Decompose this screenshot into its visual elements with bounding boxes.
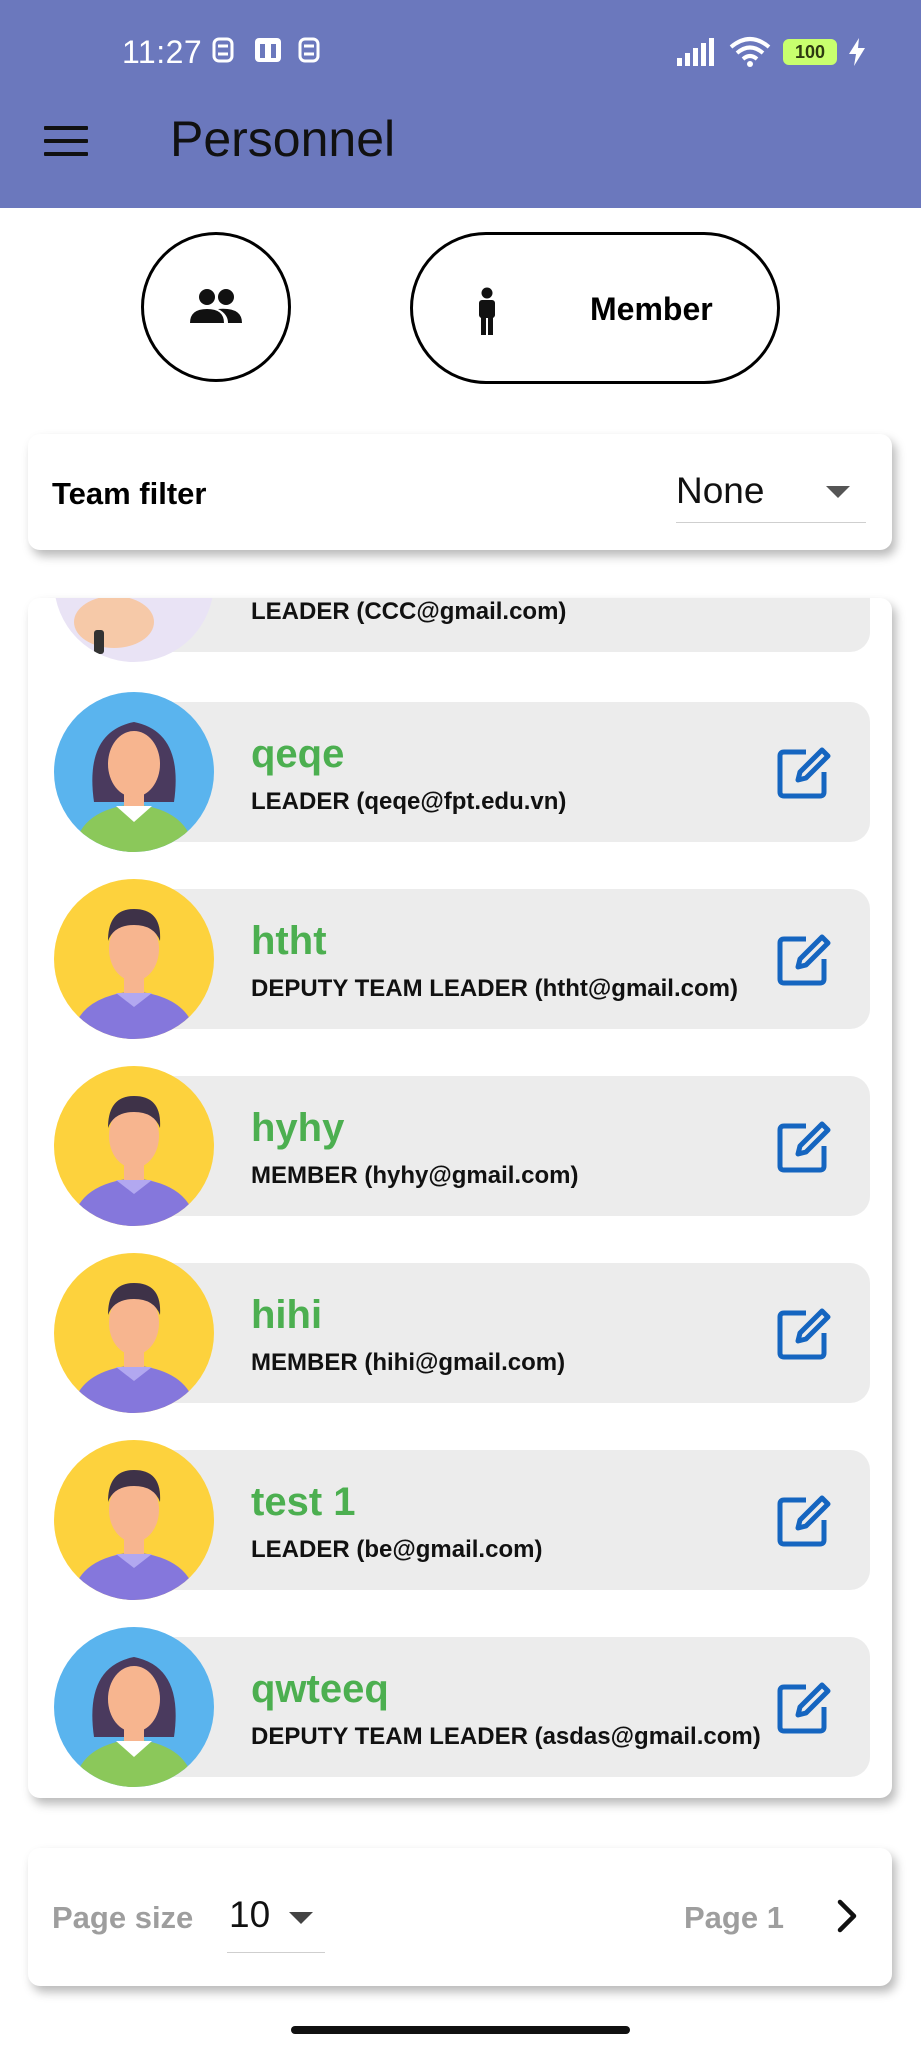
- member-role-email: LEADER (qeqe@fpt.edu.vn): [251, 788, 567, 815]
- row-background: [114, 1637, 870, 1777]
- list-item[interactable]: LEADER (CCC@gmail.com): [28, 598, 892, 662]
- member-role-email: LEADER (be@gmail.com): [251, 1536, 543, 1563]
- list-item[interactable]: hihi MEMBER (hihi@gmail.com): [28, 1253, 892, 1413]
- edit-icon[interactable]: [776, 1305, 832, 1361]
- home-indicator[interactable]: [291, 2026, 630, 2034]
- avatar: [54, 598, 214, 662]
- member-name: hihi: [251, 1293, 323, 1337]
- group-icon: [190, 289, 242, 323]
- page-indicator: Page 1: [684, 1900, 784, 1935]
- app-notification-icon: [255, 38, 281, 62]
- edit-icon[interactable]: [776, 744, 832, 800]
- row-background: [114, 1263, 870, 1403]
- member-view-button[interactable]: Member: [410, 232, 780, 384]
- member-role-email: MEMBER (hyhy@gmail.com): [251, 1162, 579, 1189]
- team-filter-dropdown[interactable]: None: [676, 460, 866, 523]
- edit-icon[interactable]: [776, 1492, 832, 1548]
- avatar: [54, 1627, 214, 1787]
- row-background: [114, 1450, 870, 1590]
- edit-icon[interactable]: [776, 598, 832, 610]
- edit-icon[interactable]: [776, 1679, 832, 1735]
- list-item[interactable]: qwteeq DEPUTY TEAM LEADER (asdas@gmail.c…: [28, 1627, 892, 1787]
- member-role-email: MEMBER (hihi@gmail.com): [251, 1349, 566, 1376]
- row-background: [114, 1076, 870, 1216]
- app-bar: 11:27 100 Personnel: [0, 0, 921, 208]
- avatar: [54, 1440, 214, 1600]
- edit-icon[interactable]: [776, 1118, 832, 1174]
- member-name: hyhy: [251, 1106, 345, 1150]
- avatar: [54, 692, 214, 852]
- member-button-label: Member: [590, 291, 713, 327]
- page-size-dropdown[interactable]: 10: [227, 1888, 325, 1953]
- member-role-email: DEPUTY TEAM LEADER (asdas@gmail.com): [251, 1723, 761, 1750]
- pagination-bar: Page size 10 Page 1: [28, 1848, 892, 1986]
- list-item[interactable]: qeqe LEADER (qeqe@fpt.edu.vn): [28, 692, 892, 852]
- list-item[interactable]: hyhy MEMBER (hyhy@gmail.com): [28, 1066, 892, 1226]
- member-name: htht: [251, 919, 327, 963]
- battery-level: 100: [794, 41, 826, 62]
- list-item[interactable]: test 1 LEADER (be@gmail.com): [28, 1440, 892, 1600]
- menu-icon[interactable]: [44, 126, 88, 160]
- group-view-button[interactable]: [141, 232, 291, 382]
- status-time: 11:27: [122, 34, 203, 70]
- avatar: [54, 879, 214, 1039]
- edit-icon[interactable]: [776, 931, 832, 987]
- battery-icon: 100: [783, 39, 837, 65]
- team-filter-label: Team filter: [52, 476, 207, 511]
- notification-icon: [298, 37, 320, 63]
- avatar: [54, 1066, 214, 1226]
- list-item[interactable]: htht DEPUTY TEAM LEADER (htht@gmail.com): [28, 879, 892, 1039]
- member-list: LEADER (CCC@gmail.com) qeqe LEADER (qeqe…: [28, 598, 892, 1798]
- person-icon: [479, 287, 495, 335]
- team-filter-card: Team filter None: [28, 434, 892, 550]
- member-name: test 1: [251, 1480, 356, 1524]
- chevron-right-icon[interactable]: [828, 1896, 868, 1936]
- dropdown-caret-icon: [826, 486, 850, 498]
- charging-icon: [849, 38, 865, 66]
- member-name: qeqe: [251, 732, 345, 776]
- avatar: [54, 1253, 214, 1413]
- row-background: [114, 889, 870, 1029]
- signal-icon: [677, 38, 714, 66]
- page-size-value: 10: [229, 1894, 271, 1935]
- team-filter-value: None: [676, 470, 765, 511]
- notification-icon: [212, 37, 234, 63]
- member-name: qwteeq: [251, 1667, 389, 1711]
- wifi-icon: [729, 37, 771, 67]
- member-role-email: LEADER (CCC@gmail.com): [251, 598, 567, 625]
- page-size-label: Page size: [52, 1900, 194, 1935]
- status-bar: 11:27 100: [0, 24, 921, 80]
- page-title: Personnel: [170, 111, 396, 167]
- row-background: [114, 702, 870, 842]
- member-role-email: DEPUTY TEAM LEADER (htht@gmail.com): [251, 975, 738, 1002]
- dropdown-caret-icon: [289, 1912, 313, 1924]
